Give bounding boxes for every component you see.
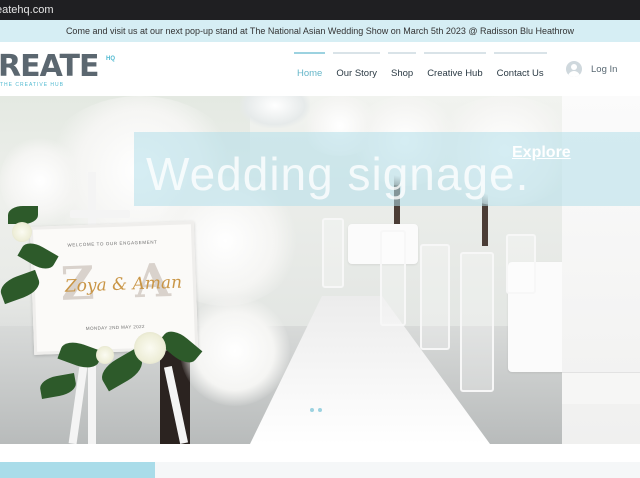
- nav-shop[interactable]: Shop: [384, 42, 420, 96]
- announcement-text: Come and visit us at our next pop-up sta…: [65, 26, 575, 36]
- logo-hq: HQ: [106, 56, 115, 62]
- hero-slideshow: WELCOME TO OUR ENGAGEMENT Z A Zoya & Ama…: [0, 96, 640, 444]
- nav-indicator: [424, 52, 486, 54]
- nav-creative-hub-label: Creative Hub: [427, 68, 483, 79]
- slide-dot[interactable]: [310, 408, 314, 412]
- nav-indicator: [388, 52, 417, 54]
- sign-monogram: Z A Zoya & Aman: [56, 253, 183, 317]
- chair: [506, 234, 536, 294]
- sign-welcome-text: WELCOME TO OUR ENGAGEMENT: [67, 239, 158, 248]
- nav-our-story[interactable]: Our Story: [329, 42, 384, 96]
- slide-indicators: [310, 408, 326, 412]
- user-avatar-icon: [566, 61, 582, 77]
- rose: [96, 346, 114, 364]
- nav-indicator: [333, 52, 380, 54]
- hero-title: Wedding signage.: [146, 148, 530, 200]
- nav-creative-hub[interactable]: Creative Hub: [420, 42, 489, 96]
- nav-shop-label: Shop: [391, 68, 414, 79]
- rose: [12, 222, 32, 242]
- nav-our-story-label: Our Story: [336, 68, 377, 79]
- chair: [380, 230, 406, 326]
- slide-dot[interactable]: [318, 408, 322, 412]
- login-label: Log In: [591, 63, 618, 75]
- browser-address-bar: eatehq.com: [0, 0, 640, 20]
- main-nav: Home Our Story Shop Creative Hub Contact…: [290, 42, 551, 96]
- nav-home[interactable]: Home: [290, 42, 329, 96]
- url-text[interactable]: eatehq.com: [0, 4, 53, 16]
- section-accent: [0, 462, 155, 478]
- nav-contact-us-label: Contact Us: [496, 68, 544, 79]
- nav-indicator: [493, 52, 547, 54]
- chair: [420, 244, 450, 350]
- nav-contact-us[interactable]: Contact Us: [490, 42, 551, 96]
- site-header: REATE HQ THE CREATIVE HUB Home Our Story…: [0, 42, 640, 96]
- rose: [134, 332, 166, 364]
- logo-tagline: THE CREATIVE HUB: [0, 82, 64, 88]
- sign-names: Zoya & Aman: [64, 272, 183, 297]
- explore-link[interactable]: Explore: [512, 144, 571, 162]
- site-logo[interactable]: REATE HQ THE CREATIVE HUB: [0, 50, 130, 90]
- column-base: [562, 372, 640, 404]
- nav-indicator: [294, 52, 326, 54]
- nav-home-label: Home: [297, 68, 323, 79]
- login-button[interactable]: Log In: [566, 58, 617, 80]
- next-section-strip: [0, 462, 640, 478]
- announcement-bar: Come and visit us at our next pop-up sta…: [0, 20, 640, 42]
- chair: [322, 218, 344, 288]
- easel-crossbar: [70, 210, 130, 218]
- chair: [460, 252, 494, 392]
- logo-wordmark: REATE: [0, 49, 99, 84]
